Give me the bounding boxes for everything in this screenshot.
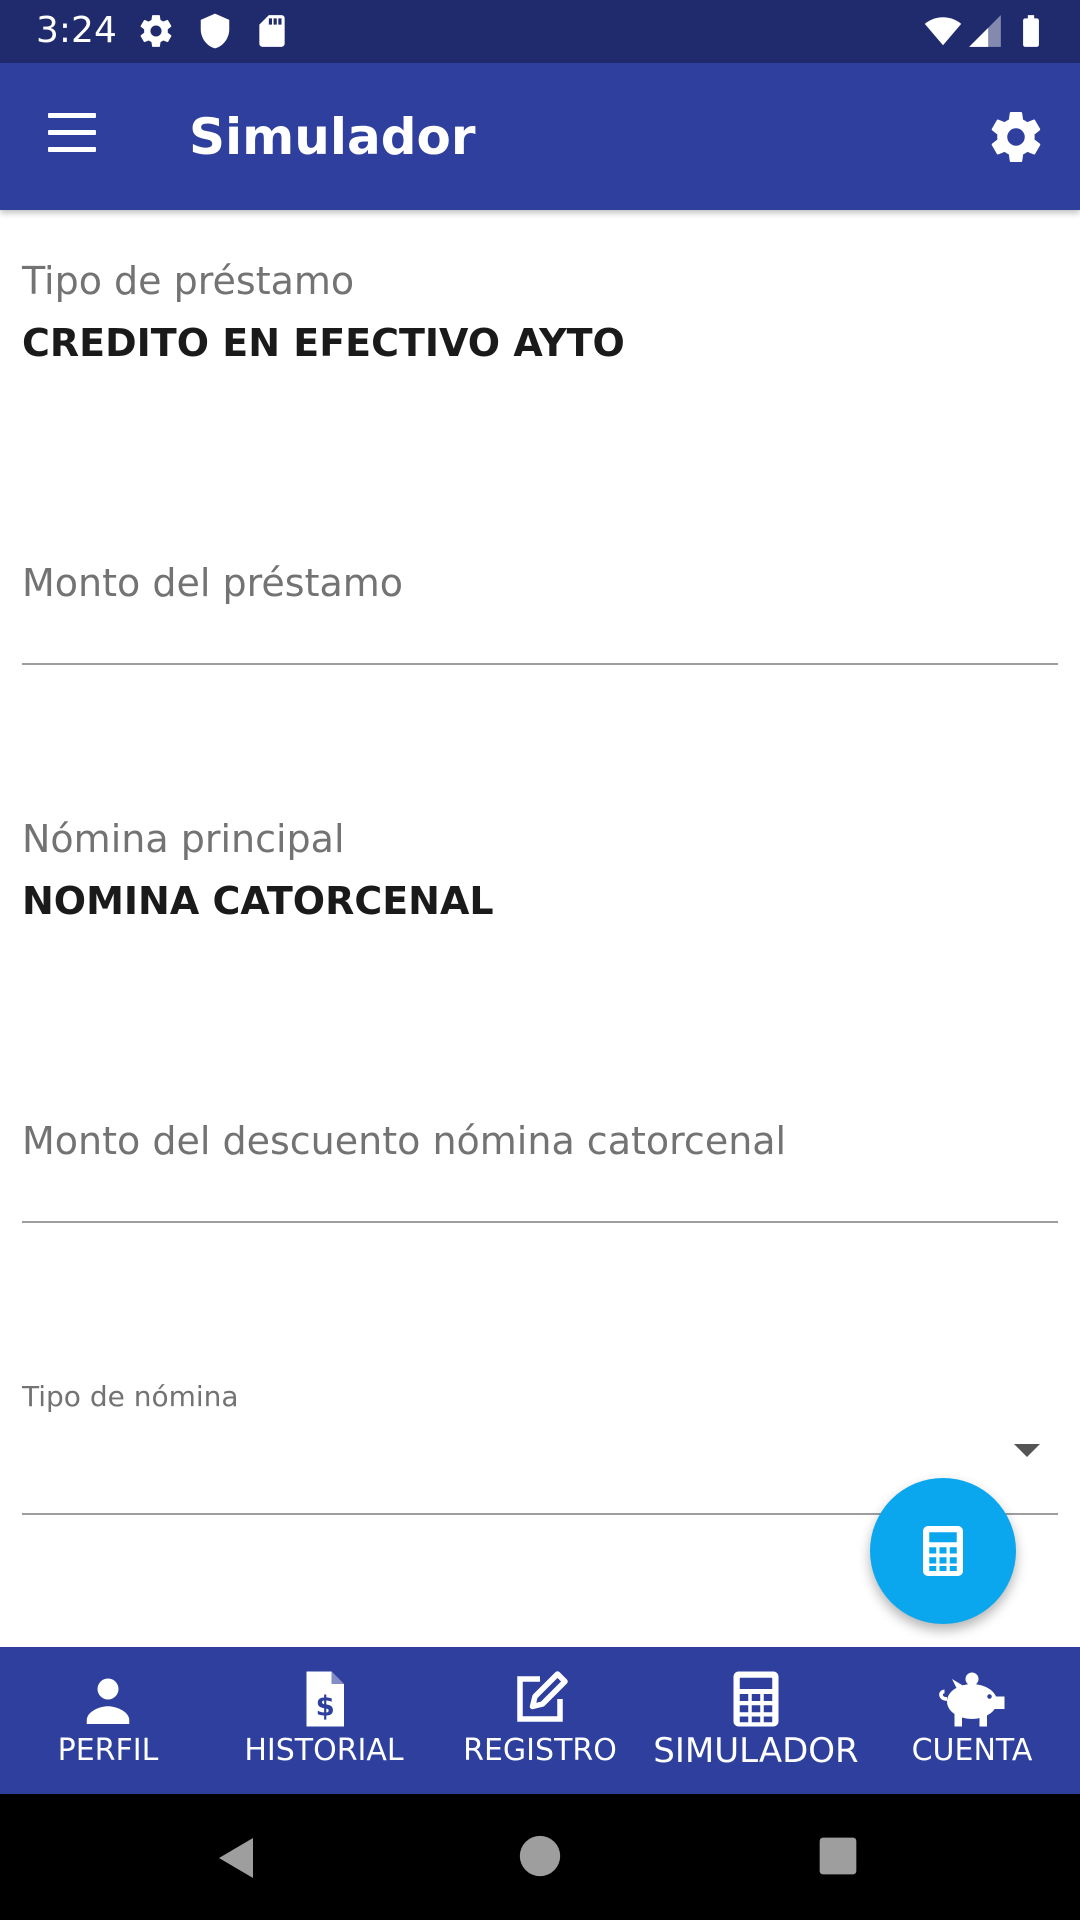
nav-item-perfil[interactable]: PERFIL <box>0 1647 216 1794</box>
recents-icon[interactable] <box>818 1836 858 1876</box>
app-bar: Simulador <box>0 63 1080 210</box>
settings-icon[interactable] <box>986 107 1046 167</box>
nav-label-perfil: PERFIL <box>57 1733 159 1768</box>
discount-amount-placeholder: Monto del descuento nómina catorcenal <box>22 1119 787 1163</box>
loan-type-label: Tipo de préstamo <box>22 259 355 303</box>
nav-item-historial[interactable]: $ HISTORIAL <box>216 1647 432 1794</box>
loan-type-field: Tipo de préstamo CREDITO EN EFECTIVO AYT… <box>22 258 1058 366</box>
document-dollar-icon: $ <box>306 1671 344 1727</box>
calculate-fab-button[interactable] <box>870 1478 1016 1624</box>
svg-text:$: $ <box>316 1690 335 1722</box>
back-icon[interactable] <box>213 1834 261 1882</box>
nav-item-simulador[interactable]: SIMULADOR <box>648 1647 864 1794</box>
hamburger-menu-icon[interactable] <box>40 113 100 163</box>
nav-label-registro: REGISTRO <box>463 1733 617 1768</box>
sd-card-icon <box>259 15 285 47</box>
bottom-nav: PERFIL $ HISTORIAL REGISTRO SIMULADOR CU… <box>0 1647 1080 1794</box>
home-icon[interactable] <box>518 1834 562 1878</box>
nav-label-cuenta: CUENTA <box>911 1733 1033 1768</box>
loan-amount-placeholder: Monto del préstamo <box>22 561 404 605</box>
calculator-icon <box>923 1526 963 1576</box>
gear-icon <box>140 15 172 47</box>
chevron-down-icon[interactable] <box>1014 1444 1040 1457</box>
shield-icon <box>200 13 230 49</box>
loan-amount-input[interactable]: Monto del préstamo <box>22 560 1058 665</box>
main-payroll-label: Nómina principal <box>22 817 345 861</box>
status-bar: 3:24 <box>0 0 1080 63</box>
nav-item-registro[interactable]: REGISTRO <box>432 1647 648 1794</box>
nav-label-historial: HISTORIAL <box>244 1733 404 1768</box>
cell-signal-icon <box>969 15 1001 47</box>
discount-amount-input[interactable]: Monto del descuento nómina catorcenal <box>22 1118 1058 1223</box>
battery-icon <box>1023 15 1039 47</box>
nav-label-simulador: SIMULADOR <box>653 1731 859 1771</box>
calculator-icon <box>733 1671 779 1727</box>
main-payroll-value: NOMINA CATORCENAL <box>22 879 494 923</box>
nav-item-cuenta[interactable]: CUENTA <box>864 1647 1080 1794</box>
edit-icon <box>517 1671 568 1722</box>
status-time: 3:24 <box>36 10 117 51</box>
page-title: Simulador <box>189 108 476 166</box>
main-payroll-field: Nómina principal NOMINA CATORCENAL <box>22 816 1058 924</box>
system-nav-bar <box>0 1794 1080 1920</box>
wifi-icon <box>924 17 962 46</box>
person-icon <box>86 1678 130 1724</box>
payroll-type-label: Tipo de nómina <box>22 1380 239 1413</box>
loan-type-value: CREDITO EN EFECTIVO AYTO <box>22 321 625 365</box>
piggy-bank-icon <box>939 1672 1005 1727</box>
